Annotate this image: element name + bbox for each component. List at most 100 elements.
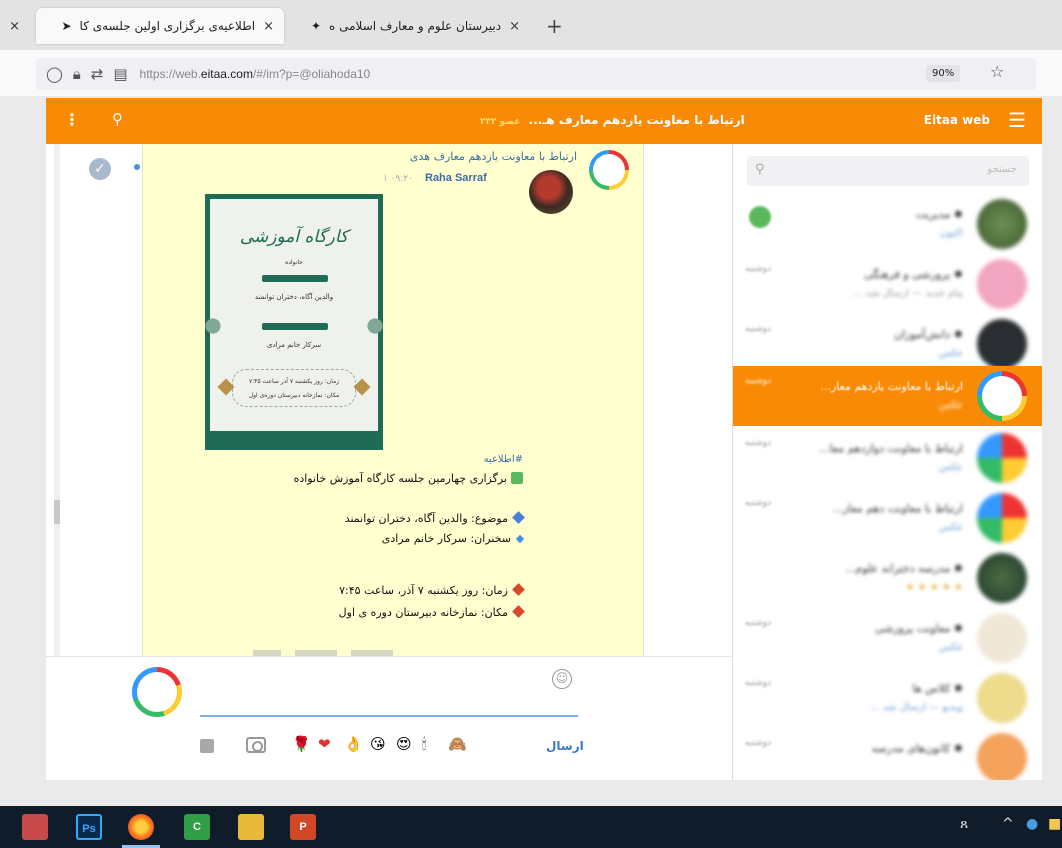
avatar xyxy=(977,433,1027,483)
dialog-name: ✱ پرورشی و فرهنگی xyxy=(864,268,963,281)
windows-taskbar: Ps C P ጸ ^ ● ■ xyxy=(0,806,1062,848)
avatar xyxy=(977,319,1027,369)
message-bubble[interactable]: ارتباط با معاونت یازدهم معارف هدی Raha S… xyxy=(142,144,644,656)
camera-icon[interactable] xyxy=(246,737,266,753)
dialog-item[interactable]: ✱ معاونت پرورشی عکس دوشنبه xyxy=(733,608,1042,668)
tab-label: اطلاعیه‌ی برگزاری اولین جلسه‌ی کا xyxy=(79,19,256,33)
poster-title: کارگاه آموزشی xyxy=(239,227,349,247)
app-brand[interactable]: Eitaa web xyxy=(924,113,990,127)
tab-close-icon[interactable]: × xyxy=(263,19,274,34)
permissions-icon[interactable]: ⇄ xyxy=(91,65,104,83)
dialog-date: دوشنبه xyxy=(745,376,772,386)
channel-name[interactable]: ارتباط با معاونت یازدهم معارف هدی xyxy=(410,150,577,163)
hamburger-menu-icon[interactable]: ☰ xyxy=(1008,108,1026,132)
forwarder-avatar[interactable] xyxy=(529,170,573,214)
see-no-evil-emoji[interactable]: 🙈 xyxy=(448,735,467,753)
dialog-preview: ویدیو — ارسال شد ... xyxy=(870,702,963,713)
zoom-indicator[interactable]: 90% xyxy=(926,65,961,82)
message-line: برگزاری چهارمین جلسه کارگاه آموزش خانواد… xyxy=(294,472,523,485)
dialog-name: ارتباط با معاونت دهم معار... xyxy=(832,502,963,515)
attach-file-icon[interactable] xyxy=(200,739,214,753)
dialog-preview: عکس xyxy=(938,522,963,533)
dialog-item-active[interactable]: ارتباط با معاونت یازدهم معار... عکس دوشن… xyxy=(733,366,1042,426)
browser-tab-3[interactable]: × و xyxy=(0,8,30,44)
dialog-item[interactable]: ✱ دانش‌آموزان عکس دوشنبه xyxy=(733,314,1042,374)
dialog-item[interactable]: ✱ پرورشی و فرهنگی پیام جدید — ارسال شد .… xyxy=(733,254,1042,314)
red-diamond-icon xyxy=(512,605,525,618)
poster-time: زمان: روز یکشنبه ۷ آذر ساعت ۷:۴۵ xyxy=(248,378,340,385)
more-options-icon[interactable]: ⋮ xyxy=(64,110,80,129)
bluetooth-icon[interactable]: ● xyxy=(1026,816,1038,832)
reader-view-icon[interactable]: ▤ xyxy=(113,65,127,83)
dialog-name: ✱ معاونت پرورشی xyxy=(874,622,963,635)
dialog-date: دوشنبه xyxy=(745,618,772,628)
tab-close-icon[interactable]: × xyxy=(509,19,520,34)
poster-image[interactable]: کارگاه آموزشی خانواده والدین آگاه، دخترا… xyxy=(198,194,390,450)
lock-icon[interactable]: 🔒︎ xyxy=(73,65,81,83)
dialog-preview: عکس xyxy=(938,642,963,653)
school-icon: ✦ xyxy=(310,19,322,33)
dialog-name: ✱ دانش‌آموزان xyxy=(894,328,963,341)
large-blue-diamond-icon xyxy=(512,511,525,524)
search-icon[interactable]: ⚲ xyxy=(112,110,123,128)
photoshop-app-icon[interactable]: Ps xyxy=(76,814,102,840)
dialog-search-input[interactable]: جستجو ⚲ xyxy=(747,156,1029,186)
dialog-item[interactable]: ارتباط با معاونت دهم معار... عکس دوشنبه xyxy=(733,488,1042,548)
url-text[interactable]: https://web.eitaa.com/#/im?p=@oliahoda10 xyxy=(140,67,371,81)
poster-label-bar xyxy=(262,323,328,330)
send-button[interactable]: ارسال xyxy=(546,739,584,753)
chat-scroll-thumb[interactable] xyxy=(54,500,60,524)
dialog-item[interactable]: ✱ کلاس ها ویدیو — ارسال شد ... دوشنبه xyxy=(733,668,1042,728)
dialog-item[interactable]: ✱ مدرسه دخترانه علوم... ★ ★ ★ ★ ★ xyxy=(733,548,1042,608)
bookmark-star-icon[interactable]: ☆ xyxy=(990,62,1004,81)
camtasia-app-icon[interactable]: C xyxy=(184,814,210,840)
dialog-name: ✱ کلاس ها xyxy=(912,682,963,695)
address-bar[interactable]: ◯ 🔒︎ ⇄ ▤ https://web.eitaa.com/#/im?p=@o… xyxy=(36,58,1036,90)
heart-eyes-emoji[interactable]: 😍 xyxy=(396,735,412,753)
leaf-icon: ➤ xyxy=(61,19,72,33)
select-message-icon[interactable]: ✓ xyxy=(89,158,111,180)
small-blue-diamond-icon xyxy=(515,534,525,544)
tab-close-icon[interactable]: × xyxy=(9,19,20,34)
chat-title[interactable]: ارتباط با معاونت یازدهم معارف هـ... عضو … xyxy=(480,113,745,127)
dialog-item[interactable]: ✱ کانون‌های مدرسه دوشنبه xyxy=(733,728,1042,780)
people-icon[interactable]: ጸ xyxy=(960,816,968,832)
dialog-item[interactable]: ارتباط با معاونت دوازدهم معا... عکس دوشن… xyxy=(733,428,1042,488)
my-avatar[interactable] xyxy=(132,667,182,717)
poster-subtitle: خانواده xyxy=(285,259,303,266)
emoji-picker-icon[interactable]: ☺ xyxy=(552,669,572,689)
message-line: سخنران: سرکار خانم مرادی xyxy=(382,532,525,545)
avatar xyxy=(977,493,1027,543)
chat-history: ✓ ارتباط با معاونت یازدهم معارف هدی Raha… xyxy=(46,144,732,656)
file-explorer-app-icon[interactable] xyxy=(238,814,264,840)
browser-tab-2[interactable]: × دبیرستان علوم و معارف اسلامی ه ✦ xyxy=(290,8,530,44)
search-icon: ⚲ xyxy=(755,162,765,177)
tab-label: و xyxy=(0,19,1,33)
chevron-up-icon[interactable]: ^ xyxy=(1002,816,1014,832)
security-tray-icon[interactable]: ■ xyxy=(1048,816,1061,832)
dialog-item[interactable]: ✱ مدیریت اکنون xyxy=(733,194,1042,254)
chat-scrollbar[interactable] xyxy=(54,144,60,656)
poster-speaker: سرکار خانم مرادی xyxy=(266,341,322,349)
firefox-app-icon[interactable] xyxy=(122,814,160,848)
dialog-name: ارتباط با معاونت یازدهم معار... xyxy=(820,380,964,393)
photos-app-icon[interactable] xyxy=(22,814,48,840)
dialog-date: دوشنبه xyxy=(745,678,772,688)
hashtag-link[interactable]: #اطلاعیه xyxy=(484,454,523,465)
channel-avatar[interactable] xyxy=(589,150,629,190)
forwarder-name[interactable]: Raha Sarraf xyxy=(425,172,487,184)
rose-emoji[interactable]: 🌹 xyxy=(292,735,311,753)
new-tab-button[interactable]: + xyxy=(546,14,563,38)
shield-icon[interactable]: ◯ xyxy=(46,65,63,83)
heart-emoji[interactable]: ❤ xyxy=(318,735,331,753)
browser-tab-active[interactable]: × اطلاعیه‌ی برگزاری اولین جلسه‌ی کا ➤ xyxy=(36,8,284,44)
message-input[interactable] xyxy=(200,675,578,717)
kiss-emoji[interactable]: 😘 xyxy=(370,735,386,753)
powerpoint-app-icon[interactable]: P xyxy=(290,814,316,840)
ornament-icon xyxy=(198,311,228,341)
ok-hand-emoji[interactable]: 👌 xyxy=(344,735,363,753)
candle-emoji[interactable]: 🕯 xyxy=(422,735,426,753)
avatar xyxy=(977,553,1027,603)
dialog-preview: عکس xyxy=(938,348,963,359)
dialog-date: دوشنبه xyxy=(745,264,772,274)
